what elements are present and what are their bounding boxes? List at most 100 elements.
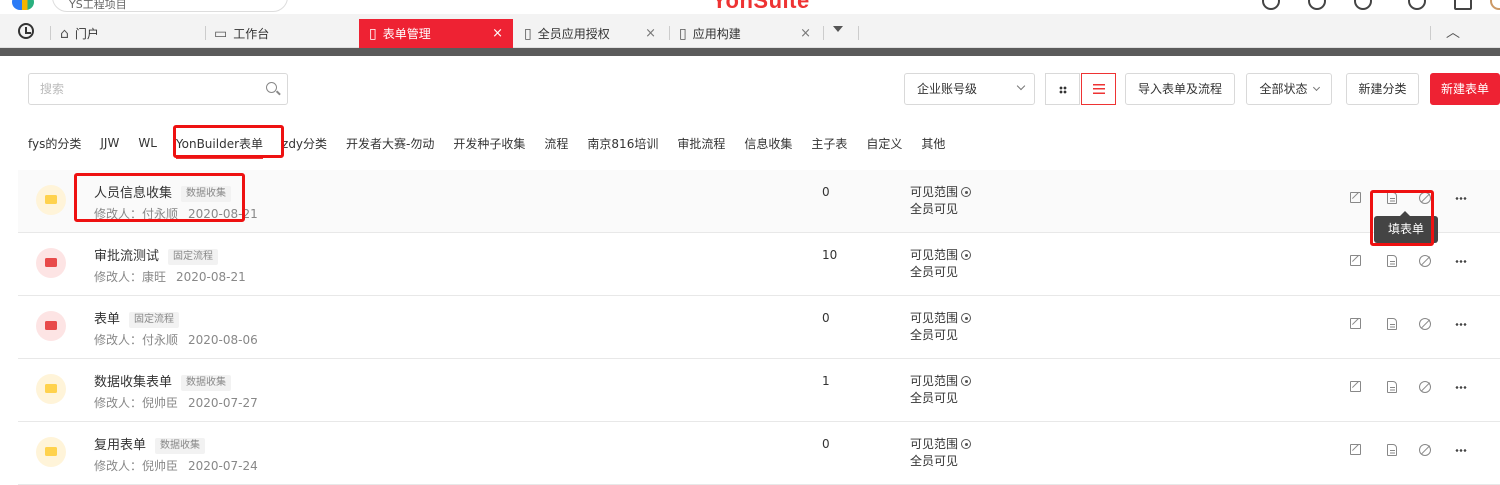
search-input[interactable] xyxy=(29,74,249,104)
fill-form-tooltip: 填表单 xyxy=(1374,211,1438,243)
form-title[interactable]: 表单 固定流程 xyxy=(94,308,180,328)
tab-app-build[interactable]: ▯ 应用构建 × xyxy=(679,19,821,48)
modifier: 修改人：付永顺 xyxy=(94,207,179,221)
disable-icon[interactable] xyxy=(1419,255,1431,267)
tab-home[interactable]: ⌂ 门户 xyxy=(60,19,200,48)
form-type-badge: 固定流程 xyxy=(168,249,219,265)
divider xyxy=(0,48,1500,56)
account-level-select[interactable]: 企业账号级 xyxy=(904,73,1035,105)
close-icon[interactable]: × xyxy=(800,26,811,41)
search-icon[interactable] xyxy=(266,82,277,93)
collapse-icon[interactable]: ︿ xyxy=(1446,22,1460,42)
folder-icon xyxy=(36,311,66,341)
modifier: 修改人：康旺 xyxy=(94,270,167,284)
category-tab[interactable]: 自定义 xyxy=(866,135,902,152)
status-filter-button[interactable]: 全部状态 xyxy=(1246,73,1332,105)
form-row[interactable]: 人员信息收集 数据收集 修改人：付永顺 2020-08-21 0 可见范围 全员可见 xyxy=(18,170,1500,233)
category-tab[interactable]: fys的分类 xyxy=(28,135,81,152)
search-icon[interactable] xyxy=(1262,0,1280,10)
import-button[interactable]: 导入表单及流程 xyxy=(1125,73,1235,105)
modifier: 修改人：倪帅臣 xyxy=(94,459,179,473)
category-tab[interactable]: 其他 xyxy=(921,135,945,152)
visibility: 可见范围 全员可见 xyxy=(910,184,972,218)
active-underline xyxy=(175,156,264,159)
tab-form-management[interactable]: ▯ 表单管理 × xyxy=(359,19,513,48)
disable-icon[interactable] xyxy=(1419,318,1431,330)
tab-separator xyxy=(205,26,206,40)
more-icon[interactable] xyxy=(1455,449,1467,452)
app-logo[interactable] xyxy=(12,0,34,10)
new-category-button[interactable]: 新建分类 xyxy=(1346,73,1419,105)
form-row[interactable]: 复用表单 数据收集 修改人：倪帅臣 2020-07-24 0 可见范围 全员可见 xyxy=(18,422,1500,485)
edit-icon[interactable] xyxy=(1350,318,1361,329)
top-search-box[interactable]: YS工程项目 xyxy=(52,0,288,12)
grid-view-button[interactable] xyxy=(1045,73,1080,105)
list-view-button[interactable] xyxy=(1081,73,1116,105)
form-title[interactable]: 数据收集表单 数据收集 xyxy=(94,371,232,391)
category-tab[interactable]: 流程 xyxy=(544,135,568,152)
fill-form-icon[interactable] xyxy=(1387,255,1397,267)
avatar[interactable] xyxy=(1490,0,1500,10)
eye-icon[interactable] xyxy=(961,250,972,260)
eye-icon[interactable] xyxy=(961,376,972,386)
tab-dropdown-icon[interactable] xyxy=(833,26,843,32)
edit-icon[interactable] xyxy=(1350,444,1361,455)
new-form-button[interactable]: 新建表单 xyxy=(1430,73,1500,105)
message-icon[interactable] xyxy=(1354,0,1372,10)
form-row[interactable]: 表单 固定流程 修改人：付永顺 2020-08-06 0 可见范围 全员可见 xyxy=(18,296,1500,359)
calendar-icon[interactable] xyxy=(1454,0,1472,10)
category-tab[interactable]: 审批流程 xyxy=(677,135,725,152)
visibility-label: 可见范围 xyxy=(910,374,959,388)
disable-icon[interactable] xyxy=(1419,444,1431,456)
category-tab[interactable]: 开发者大赛-勿动 xyxy=(346,135,434,152)
visibility-label: 可见范围 xyxy=(910,248,959,262)
eye-icon[interactable] xyxy=(961,187,972,197)
category-tab[interactable]: WL xyxy=(138,136,157,150)
fill-form-icon[interactable] xyxy=(1387,444,1397,456)
category-tab-active[interactable]: YonBuilder表单 xyxy=(175,135,264,159)
form-meta: 修改人：付永顺 2020-08-21 xyxy=(94,205,258,222)
category-tab[interactable]: 主子表 xyxy=(811,135,847,152)
more-icon[interactable] xyxy=(1455,260,1467,263)
fill-form-icon[interactable] xyxy=(1387,318,1397,330)
fill-form-icon[interactable] xyxy=(1387,192,1397,204)
category-tab[interactable]: zdy分类 xyxy=(282,135,327,152)
help-icon[interactable] xyxy=(1308,0,1326,10)
edit-icon[interactable] xyxy=(1350,255,1361,266)
modifier: 修改人：付永顺 xyxy=(94,333,179,347)
tab-app-authorization[interactable]: ▯ 全员应用授权 × xyxy=(524,19,666,48)
tab-label: 门户 xyxy=(74,27,99,41)
form-row[interactable]: 审批流测试 固定流程 修改人：康旺 2020-08-21 10 可见范围 全员可见 xyxy=(18,233,1500,296)
disable-icon[interactable] xyxy=(1419,381,1431,393)
more-icon[interactable] xyxy=(1455,197,1467,200)
category-tab[interactable]: 南京816培训 xyxy=(587,135,658,152)
list-icon xyxy=(1093,84,1105,94)
search-field[interactable] xyxy=(28,73,288,105)
tab-workbench[interactable]: ▭ 工作台 xyxy=(214,19,354,48)
disable-icon[interactable] xyxy=(1419,192,1431,204)
category-tab[interactable]: JJW xyxy=(100,136,119,150)
eye-icon[interactable] xyxy=(961,439,972,449)
form-row[interactable]: 数据收集表单 数据收集 修改人：倪帅臣 2020-07-27 1 可见范围 全员可见 xyxy=(18,359,1500,422)
history-icon[interactable] xyxy=(18,23,34,39)
form-title[interactable]: 人员信息收集 数据收集 xyxy=(94,182,232,202)
form-type-badge: 固定流程 xyxy=(129,312,180,328)
modifier: 修改人：倪帅臣 xyxy=(94,396,179,410)
form-title[interactable]: 复用表单 数据收集 xyxy=(94,434,206,454)
monitor-icon: ▭ xyxy=(214,25,228,42)
edit-icon[interactable] xyxy=(1350,192,1361,203)
data-count: 0 xyxy=(822,311,830,325)
data-count: 0 xyxy=(822,437,830,451)
more-icon[interactable] xyxy=(1455,386,1467,389)
category-tab[interactable]: 开发种子收集 xyxy=(453,135,525,152)
tab-separator xyxy=(823,26,824,40)
more-icon[interactable] xyxy=(1455,323,1467,326)
close-icon[interactable]: × xyxy=(492,26,503,41)
settings-icon[interactable] xyxy=(1408,0,1426,10)
form-title[interactable]: 审批流测试 固定流程 xyxy=(94,245,219,265)
edit-icon[interactable] xyxy=(1350,381,1361,392)
eye-icon[interactable] xyxy=(961,313,972,323)
close-icon[interactable]: × xyxy=(645,26,656,41)
category-tab[interactable]: 信息收集 xyxy=(744,135,792,152)
fill-form-icon[interactable] xyxy=(1387,381,1397,393)
